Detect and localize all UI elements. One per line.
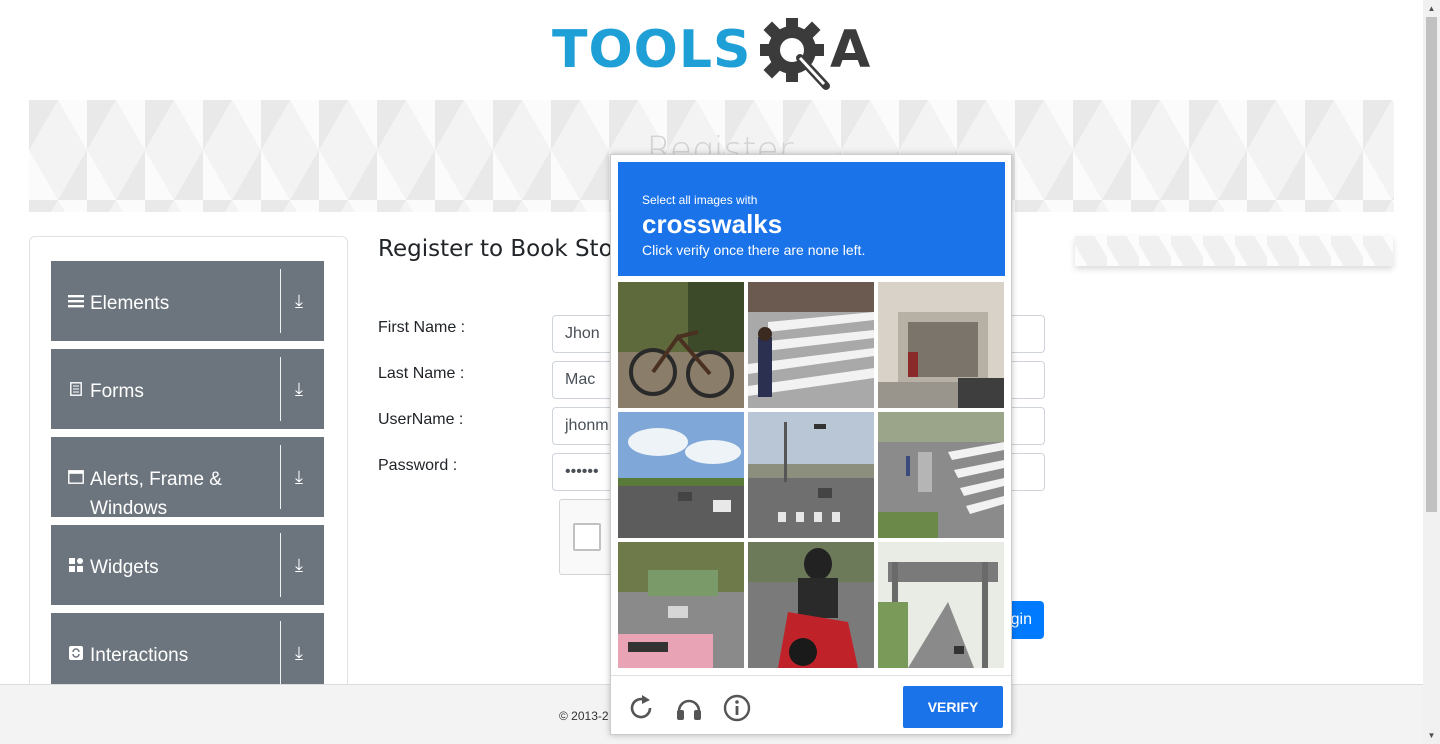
scroll-down-arrow-icon[interactable]: ▼: [1423, 727, 1440, 744]
divider: [280, 533, 281, 597]
gear-icon: [760, 18, 830, 90]
captcha-tile-8[interactable]: [748, 542, 874, 668]
sidebar-group-elements[interactable]: Elements ⤓: [51, 261, 324, 341]
ad-banner: [1075, 236, 1393, 266]
download-icon[interactable]: ⤓: [295, 555, 303, 576]
username-label: UserName :: [378, 411, 464, 428]
captcha-tile-4[interactable]: [618, 412, 744, 538]
captcha-tile-2[interactable]: [748, 282, 874, 408]
document-icon: [67, 349, 85, 429]
captcha-tile-6[interactable]: [878, 412, 1004, 538]
sidebar-group-forms[interactable]: Forms ⤓: [51, 349, 324, 429]
captcha-tile-5[interactable]: [748, 412, 874, 538]
form-heading: Register to Book Store: [378, 236, 636, 262]
sidebar-group-label: Elements: [90, 293, 170, 314]
captcha-challenge-dialog: Select all images with crosswalks Click …: [610, 154, 1012, 735]
logo-text-a: A: [830, 20, 871, 80]
captcha-tile-7[interactable]: [618, 542, 744, 668]
captcha-target: crosswalks: [642, 209, 783, 239]
divider: [280, 445, 281, 509]
toolsqa-logo[interactable]: TOOLS A: [552, 16, 876, 90]
captcha-subinstruction: Click verify once there are none left.: [642, 242, 866, 258]
first-name-label: First Name :: [378, 319, 466, 336]
sync-icon: [67, 613, 85, 693]
scroll-up-arrow-icon[interactable]: ▲: [1423, 0, 1440, 17]
divider: [280, 269, 281, 333]
recaptcha-checkbox[interactable]: [573, 523, 601, 551]
scroll-thumb[interactable]: [1426, 17, 1437, 512]
captcha-tile-1[interactable]: [618, 282, 744, 408]
captcha-instruction: Select all images with: [642, 193, 758, 207]
sidebar-group-label: Interactions: [90, 645, 189, 666]
divider: [280, 621, 281, 685]
window-icon: [67, 437, 85, 517]
download-icon[interactable]: ⤓: [295, 291, 303, 312]
download-icon[interactable]: ⤓: [295, 379, 303, 400]
captcha-tile-3[interactable]: [878, 282, 1004, 408]
verify-button[interactable]: VERIFY: [903, 686, 1003, 728]
info-icon[interactable]: [722, 693, 752, 723]
divider: [280, 357, 281, 421]
password-label: Password :: [378, 457, 458, 474]
grid-icon: [67, 525, 85, 605]
sidebar-group-widgets[interactable]: Widgets ⤓: [51, 525, 324, 605]
audio-icon[interactable]: [674, 693, 704, 723]
hamburger-icon: [67, 261, 85, 341]
captcha-tile-9[interactable]: [878, 542, 1004, 668]
sidebar-group-interactions[interactable]: Interactions ⤓: [51, 613, 324, 693]
logo-text: TOOLS: [552, 20, 752, 80]
copyright-text: © 2013-2: [559, 709, 609, 723]
last-name-label: Last Name :: [378, 365, 465, 382]
reload-icon[interactable]: [626, 693, 656, 723]
sidebar: Elements ⤓ Forms ⤓ Alerts, Frame & Windo…: [29, 236, 348, 744]
divider: [611, 675, 1011, 676]
captcha-prompt-header: Select all images with crosswalks Click …: [618, 162, 1005, 276]
download-icon[interactable]: ⤓: [295, 643, 303, 664]
sidebar-group-label: Forms: [90, 381, 144, 402]
sidebar-group-alerts[interactable]: Alerts, Frame & Windows ⤓: [51, 437, 324, 519]
sidebar-group-label: Alerts, Frame & Windows: [90, 469, 222, 519]
sidebar-group-label: Widgets: [90, 557, 159, 578]
download-icon[interactable]: ⤓: [295, 467, 303, 488]
vertical-scrollbar[interactable]: ▲ ▼: [1423, 0, 1440, 744]
